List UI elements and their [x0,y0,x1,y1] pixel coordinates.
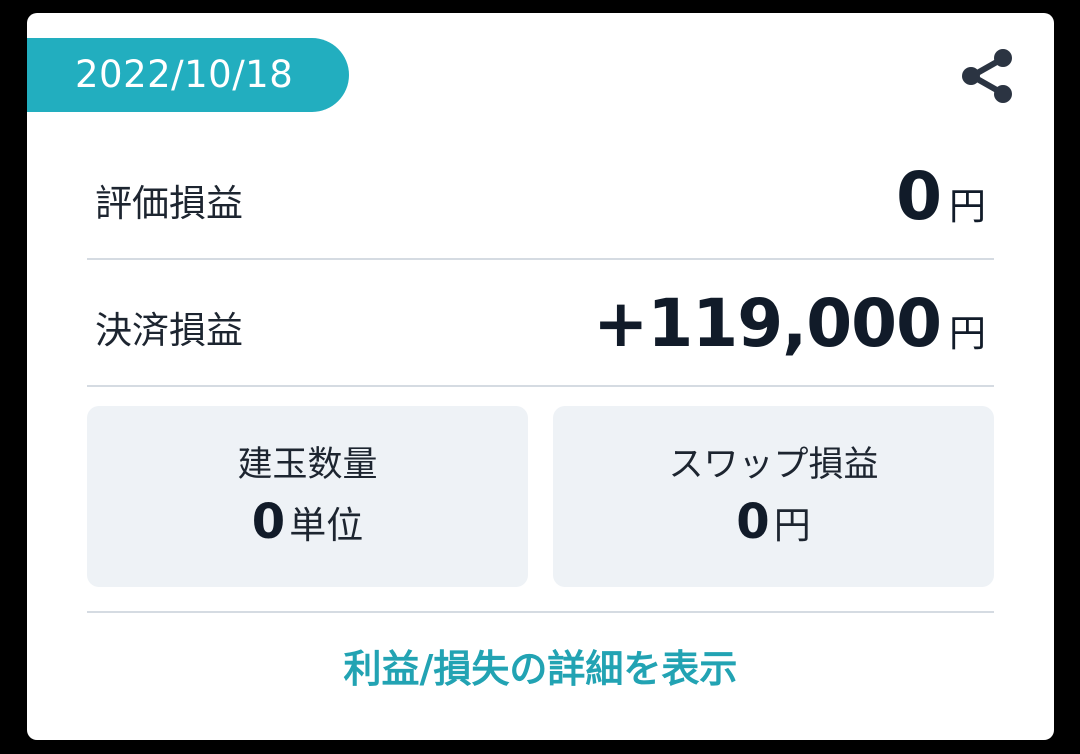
valuation-pl-amount: 0 [896,158,942,235]
position-quantity-value: 0 単位 [87,494,528,550]
show-pl-details-link[interactable]: 利益/損失の詳細を表示 [27,638,1054,693]
swap-pl-label: スワップ損益 [668,445,879,485]
settlement-pl-unit: 円 [949,312,986,355]
position-quantity-label: 建玉数量 [237,445,378,485]
swap-pl-unit: 円 [773,504,811,547]
settlement-pl-row: 決済損益 +119,000 円 [87,260,994,387]
swap-pl-amount: 0 [736,494,770,550]
settlement-pl-value: +119,000 円 [593,285,986,362]
position-quantity-box: 建玉数量 0 単位 [87,406,528,587]
swap-pl-box: スワップ損益 0 円 [553,406,994,587]
date-badge: 2022/10/18 [27,38,349,112]
swap-pl-value: 0 円 [553,494,994,550]
settlement-pl-amount: +119,000 [593,285,942,362]
position-quantity-amount: 0 [251,494,286,550]
valuation-pl-label: 評価損益 [95,182,243,225]
share-icon [962,49,1012,103]
valuation-pl-unit: 円 [949,185,986,228]
footer-divider [87,611,994,613]
position-quantity-unit: 単位 [289,504,364,547]
pl-summary-card: 2022/10/18 評価損益 0 円 決済損益 +119,000 円 建玉数量… [27,13,1054,740]
settlement-pl-label: 決済損益 [95,309,243,352]
share-button[interactable] [952,41,1022,111]
valuation-pl-row: 評価損益 0 円 [87,133,994,260]
valuation-pl-value: 0 円 [896,158,986,235]
